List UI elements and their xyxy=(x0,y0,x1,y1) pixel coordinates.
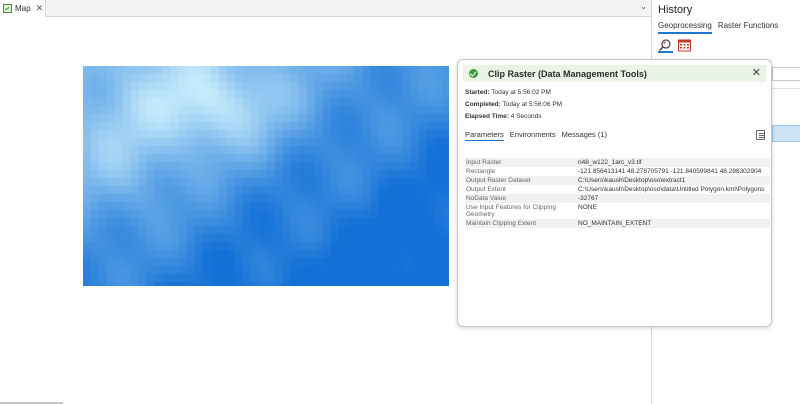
param-value: NO_MAINTAIN_EXTENT xyxy=(578,220,652,227)
completed-value: Today at 5:56:06 PM xyxy=(502,101,563,108)
copy-icon[interactable] xyxy=(756,130,765,140)
history-title: History xyxy=(658,4,693,16)
param-value: C:\Users\kaush\Desktop\oso\extract1 xyxy=(578,177,686,184)
param-name: Use Input Features for Clipping Geometry xyxy=(466,204,556,218)
table-row: Rectangle -121.856413141 48.278705791 -1… xyxy=(465,167,770,176)
history-tabs: Geoprocessing Raster Functions xyxy=(658,21,778,34)
history-selected-item[interactable] xyxy=(772,125,800,142)
close-icon[interactable]: ✕ xyxy=(36,4,44,13)
param-value: NONE xyxy=(578,204,597,211)
param-value: C:\Users\kaush\Desktop\oso\data\Untitled… xyxy=(578,186,765,193)
table-row: Use Input Features for Clipping Geometry… xyxy=(465,203,770,219)
history-toolbar xyxy=(658,38,692,53)
param-name: Maintain Clipping Extent xyxy=(466,220,537,227)
tab-messages[interactable]: Messages (1) xyxy=(562,130,607,141)
tab-parameters[interactable]: Parameters xyxy=(465,130,504,141)
history-group-header[interactable] xyxy=(772,88,800,102)
param-value: -32767 xyxy=(578,195,599,202)
map-icon xyxy=(3,4,12,13)
started-label: Started: xyxy=(465,89,490,96)
started-line: Started: Today at 5:56:02 PM xyxy=(465,89,551,96)
table-row: NoData Value -32767 xyxy=(465,194,770,203)
success-check-icon xyxy=(469,69,478,78)
history-filter-field[interactable] xyxy=(772,67,800,81)
parameters-table: Input Raster n48_w122_1arc_v3.tif Rectan… xyxy=(465,158,770,228)
tool-details-popup: Clip Raster (Data Management Tools) ✕ St… xyxy=(457,59,772,327)
document-tab-strip: Map ✕ ⌄ xyxy=(0,0,651,17)
elapsed-value: 4 Seconds xyxy=(510,113,542,120)
popup-tabs: Parameters Environments Messages (1) xyxy=(465,130,607,141)
tab-geoprocessing[interactable]: Geoprocessing xyxy=(658,21,712,34)
completed-label: Completed: xyxy=(465,101,501,108)
map-tab-label: Map xyxy=(15,4,31,13)
param-value: n48_w122_1arc_v3.tif xyxy=(578,159,642,166)
param-name: Output Extent xyxy=(466,186,506,193)
calendar-icon[interactable] xyxy=(677,38,692,53)
app-window: Map ✕ ⌄ History Geoprocessing Raster Fun… xyxy=(0,0,800,404)
chevron-down-icon[interactable]: ⌄ xyxy=(640,2,647,11)
history-search-icon[interactable] xyxy=(658,38,673,53)
param-name: Output Raster Dataset xyxy=(466,177,531,184)
completed-line: Completed: Today at 5:56:06 PM xyxy=(465,101,562,108)
map-tab[interactable]: Map ✕ xyxy=(0,0,46,17)
table-row: Maintain Clipping Extent NO_MAINTAIN_EXT… xyxy=(465,219,770,228)
tab-environments[interactable]: Environments xyxy=(510,130,556,141)
table-row: Output Extent C:\Users\kaush\Desktop\oso… xyxy=(465,185,770,194)
started-value: Today at 5:56:02 PM xyxy=(491,89,551,96)
param-name: Input Raster xyxy=(466,159,502,166)
popup-title: Clip Raster (Data Management Tools) xyxy=(488,68,647,79)
param-name: Rectangle xyxy=(466,168,496,175)
popup-header: Clip Raster (Data Management Tools) ✕ xyxy=(463,65,766,82)
param-value: -121.856413141 48.278705791 -121.8405998… xyxy=(578,168,762,175)
table-row: Output Raster Dataset C:\Users\kaush\Des… xyxy=(465,176,770,185)
tab-raster-functions[interactable]: Raster Functions xyxy=(718,21,778,34)
elapsed-label: Elapsed Time: xyxy=(465,113,509,120)
elapsed-line: Elapsed Time: 4 Seconds xyxy=(465,113,541,120)
param-name: NoData Value xyxy=(466,195,506,202)
table-row: Input Raster n48_w122_1arc_v3.tif xyxy=(465,158,770,167)
raster-layer xyxy=(83,66,449,286)
close-icon[interactable]: ✕ xyxy=(752,66,761,80)
